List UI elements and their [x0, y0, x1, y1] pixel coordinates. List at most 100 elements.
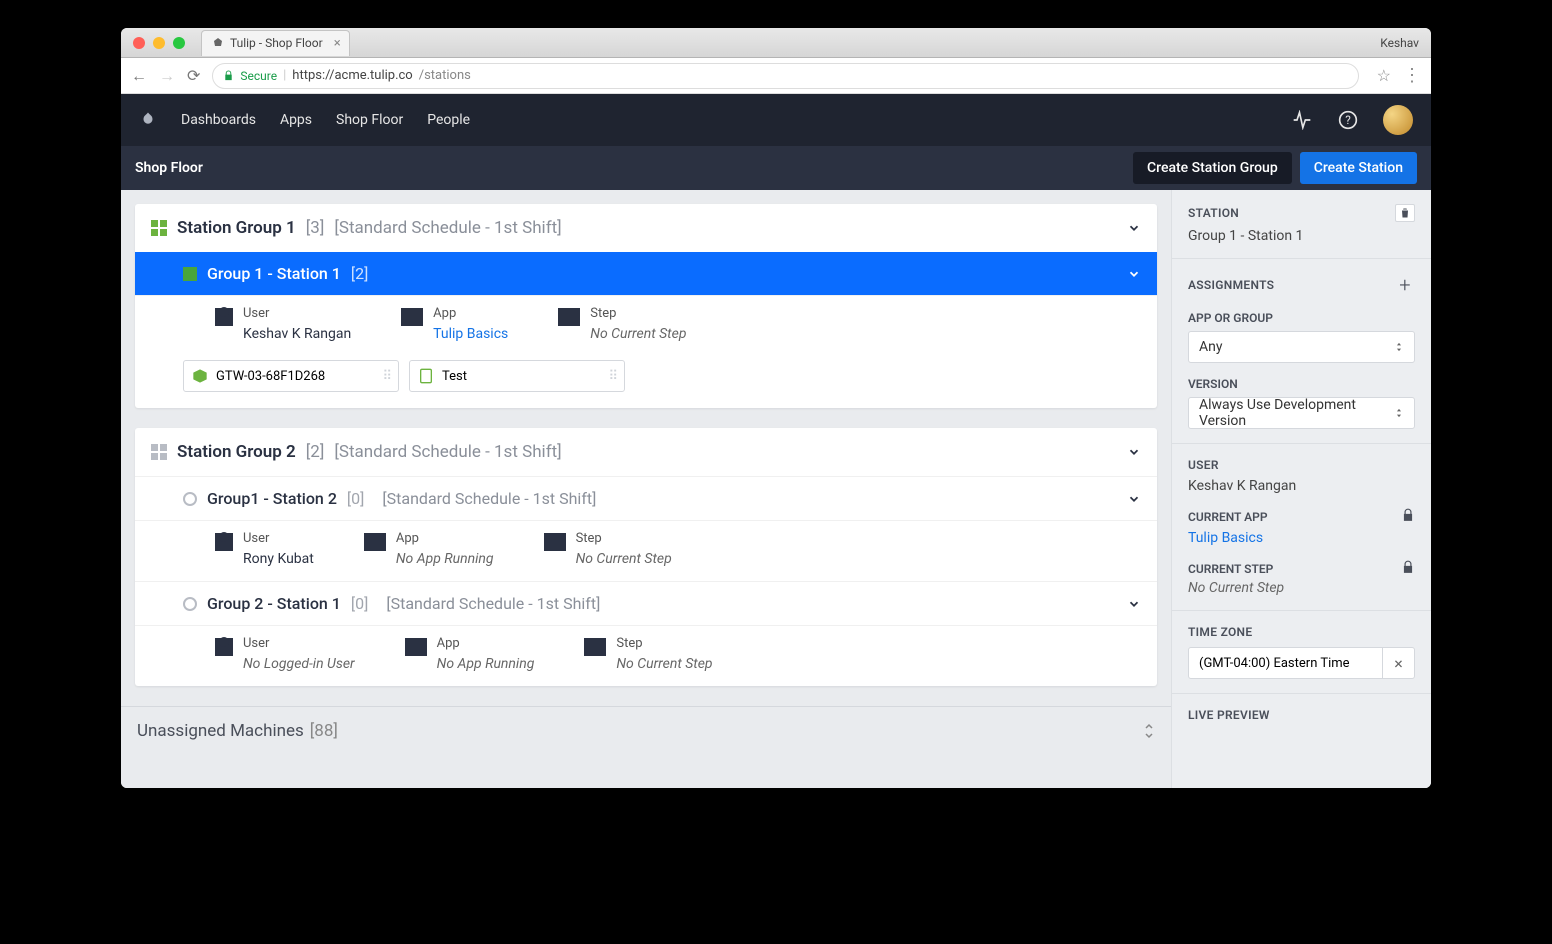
- chevron-down-icon[interactable]: [1127, 445, 1141, 459]
- app-icon: [405, 638, 427, 656]
- version-select[interactable]: Always Use Development Version: [1188, 397, 1415, 429]
- panel-station-name: Group 1 - Station 1: [1188, 228, 1415, 244]
- detail-app-value: No App Running: [437, 656, 535, 672]
- station-count: [2]: [351, 264, 368, 283]
- chevron-down-icon[interactable]: [1127, 221, 1141, 235]
- station-name: Group1 - Station 2: [207, 489, 337, 508]
- panel-current-app-header: CURRENT APP: [1188, 510, 1268, 524]
- panel-version-label: VERSION: [1188, 377, 1415, 391]
- browser-profile-name[interactable]: Keshav: [1380, 36, 1419, 50]
- unassigned-machines-row[interactable]: Unassigned Machines [88]: [121, 706, 1171, 755]
- user-icon: [215, 638, 233, 656]
- create-station-button[interactable]: Create Station: [1300, 152, 1417, 184]
- station-count: [0]: [347, 489, 364, 508]
- station-schedule: [Standard Schedule - 1st Shift]: [386, 594, 600, 613]
- activity-icon[interactable]: [1291, 109, 1313, 131]
- panel-current-step-value: No Current Step: [1188, 580, 1415, 596]
- page-title: Shop Floor: [135, 160, 203, 176]
- drag-grip-icon[interactable]: ⠿: [382, 369, 390, 384]
- nav-people[interactable]: People: [427, 112, 470, 128]
- minimize-window[interactable]: [153, 37, 165, 49]
- app-or-group-select[interactable]: Any: [1188, 331, 1415, 363]
- panel-assignments-section: ASSIGNMENTS + APP OR GROUP Any VERSION A…: [1172, 259, 1431, 444]
- delete-icon[interactable]: [1395, 204, 1415, 222]
- station-detail: User Rony Kubat App No App Running: [135, 520, 1157, 581]
- detail-user-label: User: [243, 306, 351, 321]
- lock-icon: [223, 70, 234, 81]
- svg-text:?: ?: [1345, 113, 1351, 127]
- detail-app-label: App: [396, 531, 494, 546]
- window-controls: [133, 37, 185, 49]
- forward-button: →: [159, 66, 175, 86]
- close-window[interactable]: [133, 37, 145, 49]
- reload-button[interactable]: ⟳: [187, 66, 200, 86]
- chevron-down-icon[interactable]: [1127, 267, 1141, 281]
- station-name: Group 1 - Station 1: [207, 264, 341, 283]
- timezone-select[interactable]: (GMT-04:00) Eastern Time: [1188, 647, 1383, 679]
- tab-title: Tulip - Shop Floor: [230, 36, 323, 50]
- lock-icon: [1401, 508, 1415, 522]
- nav-shop-floor[interactable]: Shop Floor: [336, 112, 403, 128]
- create-station-group-button[interactable]: Create Station Group: [1133, 152, 1292, 184]
- station-schedule: [Standard Schedule - 1st Shift]: [382, 489, 596, 508]
- station-row[interactable]: Group 2 - Station 1 [0] [Standard Schedu…: [135, 581, 1157, 625]
- panel-app-or-group-label: APP OR GROUP: [1188, 311, 1415, 325]
- panel-user-header: USER: [1188, 458, 1219, 472]
- lock-icon: [1401, 560, 1415, 574]
- chevron-down-icon[interactable]: [1127, 492, 1141, 506]
- panel-current-app-link[interactable]: Tulip Basics: [1188, 530, 1415, 546]
- titlebar: Tulip - Shop Floor × Keshav: [121, 28, 1431, 58]
- url-bar: ← → ⟳ Secure | https://acme.tulip.co/sta…: [121, 58, 1431, 94]
- detail-step-label: Step: [576, 531, 672, 546]
- content-area: Station Group 1 [3] [Standard Schedule -…: [121, 190, 1431, 788]
- nav-apps[interactable]: Apps: [280, 112, 312, 128]
- device-chip[interactable]: Test ⠿: [409, 360, 625, 392]
- bookmark-icon[interactable]: ☆: [1377, 66, 1391, 85]
- station-status-icon: [183, 597, 197, 611]
- station-row[interactable]: Group1 - Station 2 [0] [Standard Schedul…: [135, 476, 1157, 520]
- group-schedule: [Standard Schedule - 1st Shift]: [334, 442, 561, 462]
- tulip-favicon-icon: [212, 37, 224, 49]
- browser-menu-icon[interactable]: ⋮: [1403, 65, 1421, 86]
- detail-app-value[interactable]: Tulip Basics: [433, 326, 508, 342]
- grid-icon: [151, 220, 167, 236]
- step-icon: [584, 638, 606, 656]
- group-name: Station Group 1: [177, 218, 296, 238]
- address-field[interactable]: Secure | https://acme.tulip.co/stations: [212, 63, 1358, 89]
- app-icon: [364, 533, 386, 551]
- chevron-down-icon[interactable]: [1127, 597, 1141, 611]
- device-chip[interactable]: GTW-03-68F1D268 ⠿: [183, 360, 399, 392]
- station-group-header[interactable]: Station Group 2 [2] [Standard Schedule -…: [135, 428, 1157, 476]
- help-icon[interactable]: ?: [1337, 109, 1359, 131]
- detail-app-label: App: [433, 306, 508, 321]
- nav-dashboards[interactable]: Dashboards: [181, 112, 256, 128]
- detail-user-value: Rony Kubat: [243, 551, 314, 567]
- station-group-card: Station Group 2 [2] [Standard Schedule -…: [135, 428, 1157, 686]
- station-count: [0]: [351, 594, 368, 613]
- detail-user-label: User: [243, 636, 355, 651]
- unassigned-count: [88]: [310, 721, 338, 741]
- gateway-icon: [192, 368, 208, 384]
- station-group-header[interactable]: Station Group 1 [3] [Standard Schedule -…: [135, 204, 1157, 252]
- detail-step-label: Step: [590, 306, 686, 321]
- station-detail: User Keshav K Rangan App Tulip Basics: [135, 295, 1157, 356]
- group-name: Station Group 2: [177, 442, 296, 462]
- select-value: Always Use Development Version: [1199, 397, 1394, 429]
- drag-grip-icon[interactable]: ⠿: [608, 369, 616, 384]
- back-button[interactable]: ←: [131, 66, 147, 86]
- add-icon[interactable]: +: [1395, 273, 1415, 297]
- maximize-window[interactable]: [173, 37, 185, 49]
- detail-step-value: No Current Step: [590, 326, 686, 342]
- user-avatar[interactable]: [1383, 105, 1413, 135]
- caret-updown-icon: [1394, 406, 1404, 420]
- sort-updown-icon[interactable]: [1143, 723, 1155, 739]
- main-column: Station Group 1 [3] [Standard Schedule -…: [121, 190, 1171, 788]
- detail-step-value: No Current Step: [576, 551, 672, 567]
- detail-app-value: No App Running: [396, 551, 494, 567]
- tab-close-icon[interactable]: ×: [334, 36, 341, 51]
- tulip-logo-icon[interactable]: [139, 111, 157, 129]
- station-row[interactable]: Group 1 - Station 1 [2]: [135, 252, 1157, 295]
- browser-tab[interactable]: Tulip - Shop Floor ×: [201, 30, 350, 56]
- panel-live-preview-section: LIVE PREVIEW: [1172, 694, 1431, 736]
- timezone-clear-button[interactable]: ×: [1383, 647, 1415, 679]
